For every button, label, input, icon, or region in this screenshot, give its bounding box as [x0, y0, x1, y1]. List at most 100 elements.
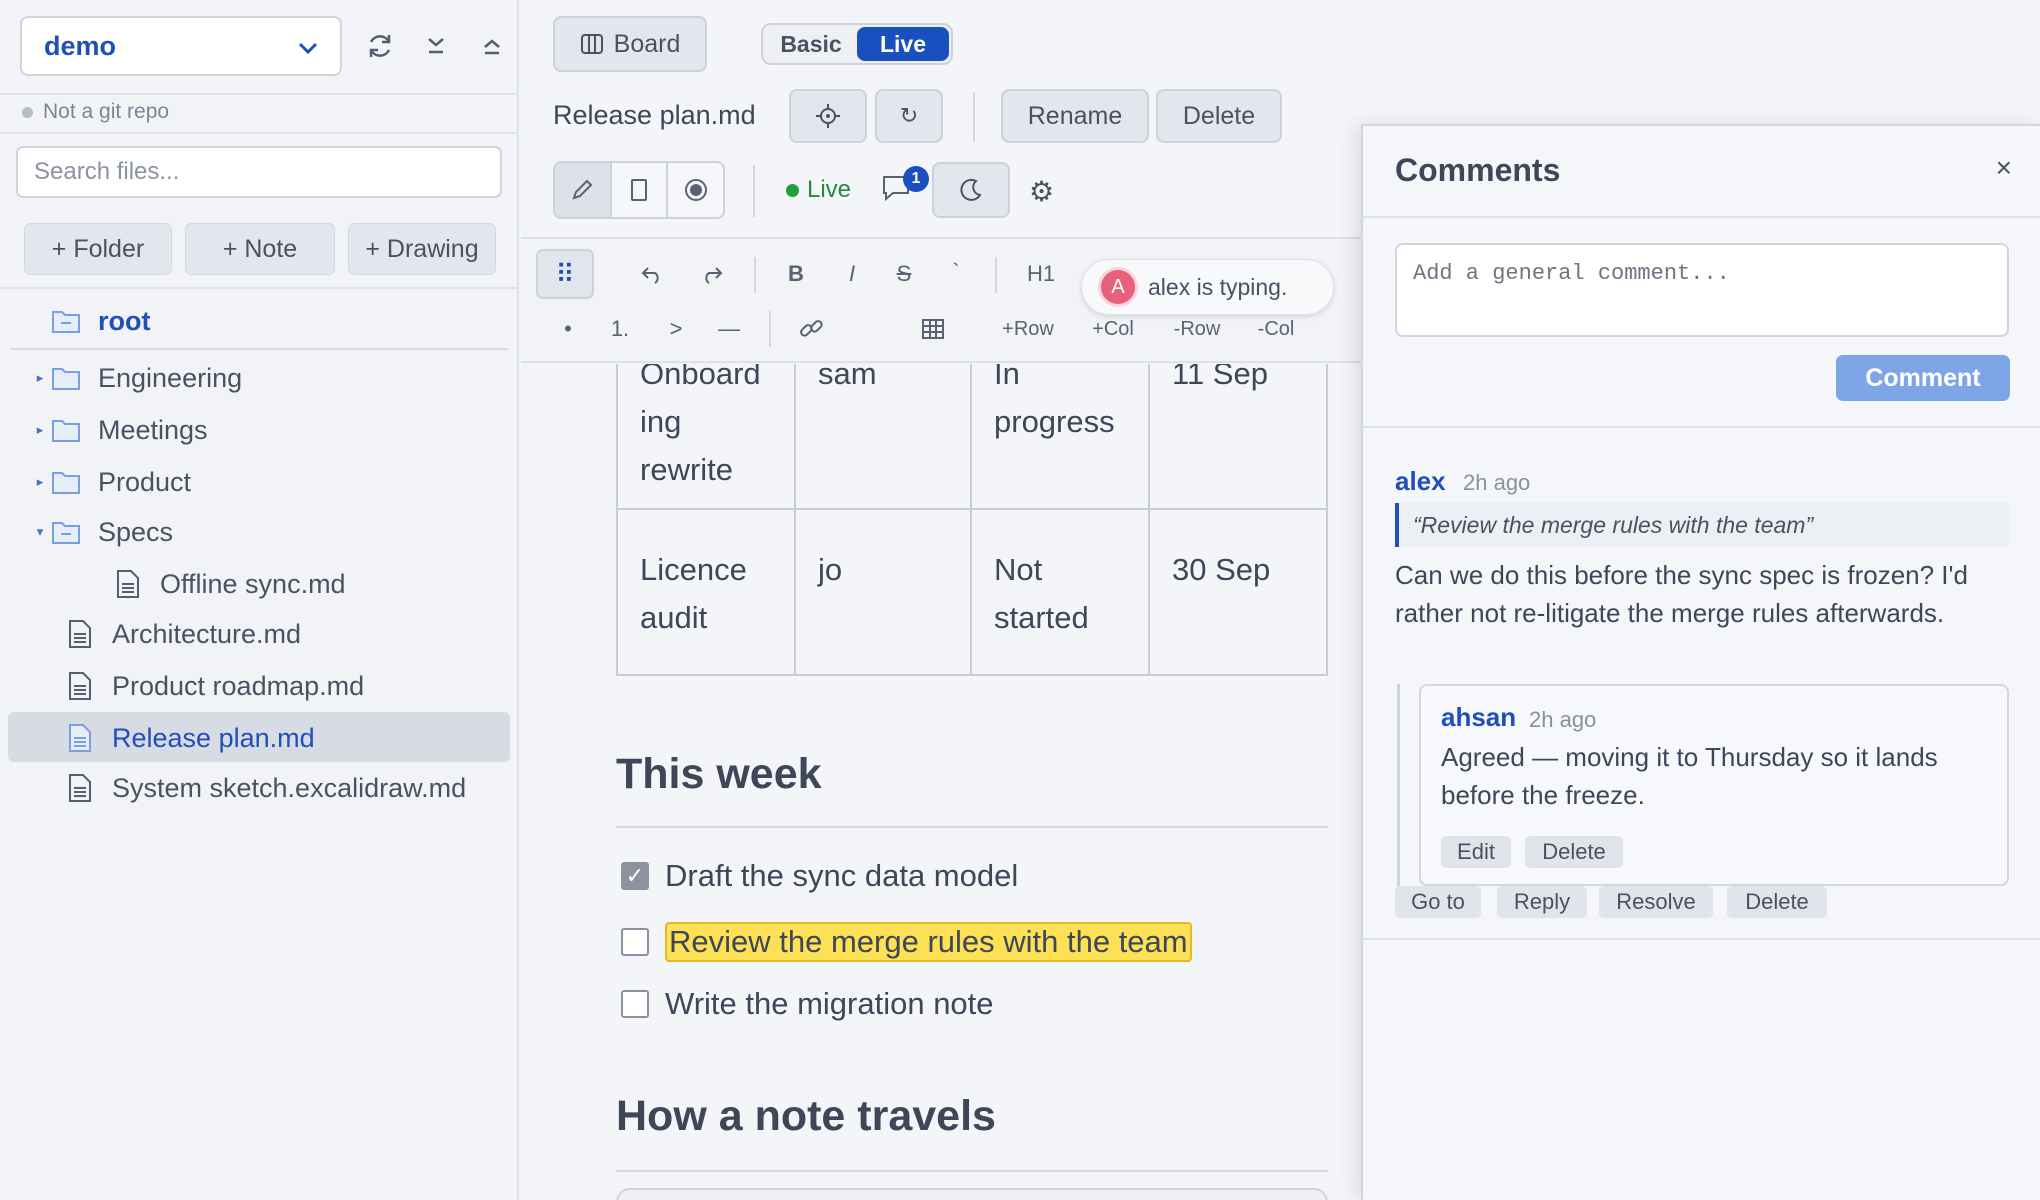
new-note-button[interactable]: + Note	[185, 223, 335, 275]
tree-item-architecture[interactable]: Architecture.md	[64, 610, 301, 658]
folder-open-icon	[50, 305, 82, 337]
italic-button[interactable]: I	[837, 254, 867, 294]
add-col-button[interactable]: +Col	[1087, 309, 1139, 349]
tree-item-label: root	[98, 305, 151, 336]
checkbox-checked[interactable]: ✓	[621, 862, 649, 890]
tree-item-engineering[interactable]: ▸ Engineering	[30, 354, 242, 402]
refresh-icon[interactable]	[358, 22, 402, 70]
divider	[0, 132, 519, 134]
search-input[interactable]	[16, 146, 502, 198]
avatar: A	[1098, 267, 1138, 307]
delete-reply-button[interactable]: Delete	[1525, 836, 1623, 868]
delete-file-button[interactable]: Delete	[1156, 89, 1282, 143]
comment-timestamp: 2h ago	[1463, 470, 1531, 495]
tree-item-specs[interactable]: ▾ Specs	[30, 508, 173, 556]
format-toolbar: ⠿ B I S ` H1 • 1. > — +Row +Col -Row -Co…	[521, 237, 1361, 363]
delete-col-button[interactable]: -Col	[1253, 309, 1299, 349]
crosshair-icon	[815, 103, 841, 129]
reply-author: ahsan	[1441, 702, 1517, 732]
table-cell[interactable]: jo	[794, 508, 972, 676]
delete-row-button[interactable]: -Row	[1169, 309, 1225, 349]
divider	[1363, 938, 2040, 940]
repo-row: demo	[0, 0, 519, 95]
link-icon[interactable]	[795, 309, 827, 349]
page-icon[interactable]	[612, 163, 669, 217]
submit-comment-button[interactable]: Comment	[1836, 355, 2010, 401]
redo-icon[interactable]	[695, 254, 731, 294]
close-icon[interactable]: ×	[1996, 152, 2012, 184]
tree-item-release-plan[interactable]: Release plan.md	[64, 714, 315, 762]
collapse-up-icon[interactable]	[470, 22, 514, 70]
new-drawing-button[interactable]: + Drawing	[348, 223, 496, 275]
table-cell[interactable]: sam	[794, 364, 972, 510]
tree-item-label: System sketch.excalidraw.md	[112, 772, 467, 803]
add-row-button[interactable]: +Row	[997, 309, 1059, 349]
reply-button[interactable]: Reply	[1497, 886, 1587, 918]
tree-item-system-sketch[interactable]: System sketch.excalidraw.md	[64, 764, 466, 812]
tree-item-offline-sync[interactable]: Offline sync.md	[112, 560, 346, 608]
comment-input[interactable]	[1395, 243, 2009, 337]
pencil-icon[interactable]	[555, 163, 612, 217]
live-indicator: Live	[786, 176, 851, 204]
record-icon[interactable]	[668, 163, 723, 217]
embedded-diagram[interactable]	[616, 1188, 1328, 1200]
heading-button[interactable]: H1	[1021, 254, 1061, 294]
caret-right-icon: ▸	[36, 370, 44, 385]
divider	[973, 92, 975, 142]
document-body: Onboard ing rewrite sam In progress 11 S…	[521, 364, 1361, 1200]
comment-quote[interactable]: “Review the merge rules with the team”	[1395, 503, 2009, 547]
edit-reply-button[interactable]: Edit	[1441, 836, 1511, 868]
moon-icon	[958, 177, 984, 203]
bullet-list-button[interactable]: •	[558, 309, 578, 349]
locate-button[interactable]	[789, 89, 867, 143]
delete-comment-button[interactable]: Delete	[1727, 886, 1827, 918]
tree-item-product-roadmap[interactable]: Product roadmap.md	[64, 662, 364, 710]
bold-button[interactable]: B	[781, 254, 811, 294]
tree-item-label: Offline sync.md	[160, 568, 346, 599]
table-cell[interactable]: In progress	[970, 364, 1150, 510]
table-cell[interactable]: Onboard ing rewrite	[616, 364, 796, 510]
highlighted-comment-anchor[interactable]: Review the merge rules with the team	[665, 922, 1192, 962]
file-icon	[64, 670, 96, 702]
undo-icon[interactable]	[633, 254, 669, 294]
mode-basic[interactable]: Basic	[765, 27, 857, 61]
resolve-button[interactable]: Resolve	[1599, 886, 1713, 918]
tree-item-root[interactable]: root	[30, 297, 150, 345]
table-icon[interactable]	[917, 309, 949, 349]
panel-title: Comments	[1395, 152, 1561, 188]
goto-button[interactable]: Go to	[1395, 886, 1481, 918]
board-icon	[580, 33, 604, 55]
mode-live[interactable]: Live	[857, 27, 949, 61]
reload-button[interactable]: ↻	[875, 89, 943, 143]
tree-item-product[interactable]: ▸ Product	[30, 458, 191, 506]
live-status: Live	[807, 176, 852, 203]
divider	[769, 311, 771, 347]
checklist-text: Draft the sync data model	[665, 858, 1019, 893]
table-cell[interactable]: Licence audit	[616, 508, 796, 676]
checkbox[interactable]	[621, 990, 649, 1018]
tree-item-label: Meetings	[98, 414, 208, 445]
table-cell[interactable]: 30 Sep	[1148, 508, 1328, 676]
caret-right-icon: ▸	[36, 474, 44, 489]
quote-button[interactable]: >	[661, 309, 691, 349]
strikethrough-button[interactable]: S	[889, 254, 919, 294]
drag-handle-icon[interactable]: ⠿	[536, 249, 594, 299]
new-folder-button[interactable]: + Folder	[24, 223, 172, 275]
checkbox[interactable]	[621, 928, 649, 956]
board-button[interactable]: Board	[553, 16, 707, 72]
folder-icon	[50, 466, 82, 498]
numbered-list-button[interactable]: 1.	[605, 309, 635, 349]
editor-pane: Board Basic Live Release plan.md ↻ Renam…	[521, 0, 1361, 1200]
table-cell[interactable]: Not started	[970, 508, 1150, 676]
repo-select[interactable]: demo	[20, 16, 342, 76]
divider	[1363, 216, 2040, 218]
dark-mode-button[interactable]	[932, 162, 1010, 218]
code-button[interactable]: `	[941, 252, 971, 292]
new-item-buttons: + Folder + Note + Drawing	[24, 223, 496, 275]
settings-gear-icon[interactable]: ⚙	[1029, 175, 1054, 208]
rename-button[interactable]: Rename	[1001, 89, 1149, 143]
rule-button[interactable]: —	[713, 309, 745, 349]
table-cell[interactable]: 11 Sep	[1148, 364, 1328, 510]
tree-item-meetings[interactable]: ▸ Meetings	[30, 406, 208, 454]
collapse-down-icon[interactable]	[414, 22, 458, 70]
